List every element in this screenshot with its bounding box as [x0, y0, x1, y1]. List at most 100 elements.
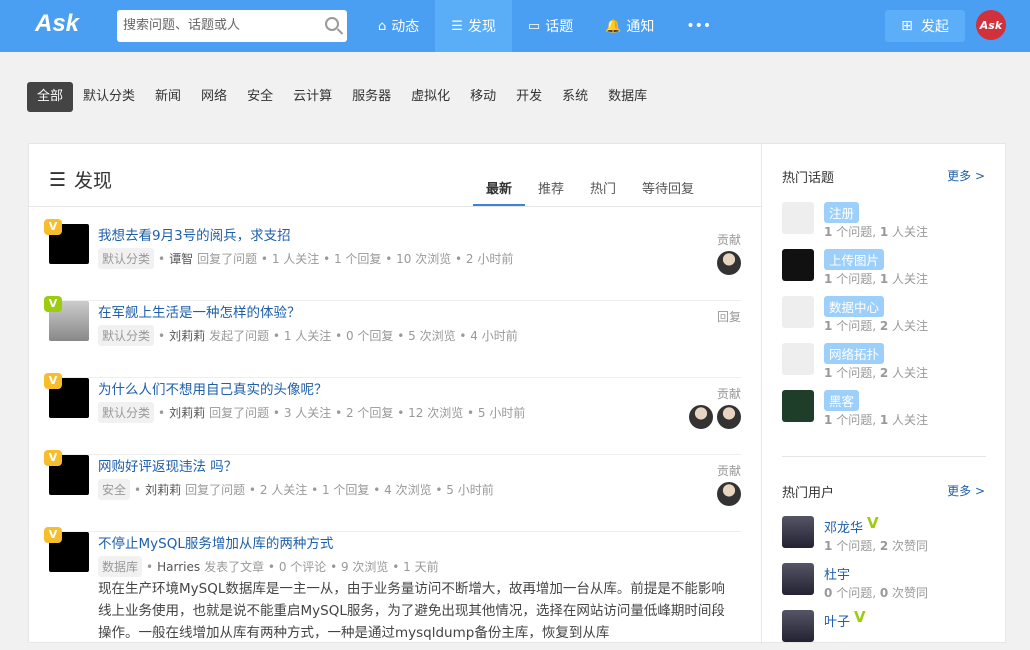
tab-0[interactable]: 最新 — [473, 178, 526, 206]
nav-bell[interactable]: 🔔 通知 — [589, 0, 670, 52]
topics-more-link[interactable]: 更多 > — [947, 167, 985, 184]
user-name[interactable]: 杜宇 — [824, 564, 850, 583]
question-count: 0 — [824, 586, 833, 600]
page-title: ☰ 发现 — [49, 166, 112, 193]
category-tab[interactable]: 系统 — [552, 82, 598, 112]
topic-image[interactable] — [782, 343, 814, 375]
feed-item: V 在军舰上生活是一种怎样的体验？ 默认分类 • 刘莉莉 发起了问题 • 1 人关注 • … — [44, 296, 741, 378]
category-tag[interactable]: 数据库 — [98, 556, 143, 577]
sidebar: 热门话题 更多 > 热门用户 更多 > 注册 1 个问题, 1 人关注 上传图片 1 … — [761, 144, 1007, 644]
stat-label: 个问题, — [836, 586, 877, 600]
category-tab[interactable]: 默认分类 — [73, 82, 145, 112]
dot: • — [146, 559, 154, 574]
stat-label: 个问题, — [836, 366, 877, 380]
topic-tag[interactable]: 黑客 — [824, 390, 860, 411]
category-tab[interactable]: 开发 — [506, 82, 552, 112]
stat-label: 人关注 — [892, 413, 929, 427]
nav-label: 发现 — [467, 19, 496, 35]
user-item: 叶子 V — [782, 608, 982, 650]
contributor-avatar[interactable] — [717, 482, 741, 506]
category-tag[interactable]: 安全 — [98, 479, 131, 500]
author-name[interactable]: Harries — [157, 560, 200, 574]
stat-label: 个问题, — [836, 272, 877, 286]
item-meta: 默认分类 • 谭智 回复了问题 • 1 人关注 • 1 个回复 • 10 次浏览 • … — [98, 248, 513, 269]
author-name[interactable]: 刘莉莉 — [169, 404, 205, 421]
category-tab[interactable]: 云计算 — [283, 82, 342, 112]
add-icon: ⊞ — [901, 18, 913, 34]
topic-tag[interactable]: 注册 — [824, 202, 860, 223]
item-title-link[interactable]: 网购好评返现违法 吗？ — [98, 455, 237, 475]
contributor-avatar[interactable] — [717, 251, 741, 275]
category-tag[interactable]: 默认分类 — [98, 248, 155, 269]
search-icon[interactable] — [325, 17, 339, 31]
contributor-avatar[interactable] — [717, 405, 741, 429]
dot: • — [158, 328, 166, 343]
follower-count: 1 — [879, 413, 889, 427]
list-icon: ☰ — [451, 18, 463, 34]
category-tab[interactable]: 全部 — [27, 82, 74, 112]
item-meta: 默认分类 • 刘莉莉 发起了问题 • 1 人关注 • 0 个回复 • 5 次浏览 • … — [98, 325, 518, 346]
topic-tag[interactable]: 数据中心 — [824, 296, 885, 317]
topic-image[interactable] — [782, 296, 814, 328]
topic-image[interactable] — [782, 249, 814, 281]
tab-1[interactable]: 推荐 — [525, 178, 577, 206]
tab-3[interactable]: 等待回复 — [629, 178, 707, 206]
topic-tag[interactable]: 网络拓扑 — [824, 343, 885, 364]
topic-stats: 1 个问题, 1 人关注 — [824, 270, 928, 287]
logo[interactable]: Ask — [35, 10, 79, 38]
sort-tabs: 最新 推荐 热门 等待回复 — [473, 178, 707, 206]
user-avatar[interactable] — [782, 610, 814, 642]
search-input[interactable] — [123, 18, 313, 33]
main-nav: ⌂ 动态 ☰ 发现 ▭ 话题 🔔 通知 ••• — [362, 0, 727, 52]
dot: • — [158, 251, 166, 266]
divider — [782, 456, 986, 457]
tab-2[interactable]: 热门 — [577, 178, 629, 206]
stat-label: 个问题, — [836, 225, 877, 239]
user-avatar[interactable]: Ask — [976, 10, 1006, 40]
user-avatar[interactable] — [782, 563, 814, 595]
user-avatar[interactable] — [782, 516, 814, 548]
category-tab[interactable]: 新闻 — [145, 82, 191, 112]
topic-stats: 1 个问题, 2 人关注 — [824, 364, 928, 381]
feed-item: V 我想去看9月3号的阅兵，求支招 默认分类 • 谭智 回复了问题 • 1 人关注 • 1… — [44, 219, 741, 301]
category-tab[interactable]: 数据库 — [598, 82, 657, 112]
hot-topics-title: 热门话题 — [782, 171, 835, 186]
nav-home[interactable]: ⌂ 动态 — [362, 0, 435, 52]
author-name[interactable]: 谭智 — [169, 250, 193, 267]
nav-more[interactable]: ••• — [670, 0, 727, 52]
stat-label: 次赞同 — [892, 539, 929, 553]
user-name[interactable]: 邓龙华 — [824, 517, 863, 536]
category-tab[interactable]: 网络 — [191, 82, 237, 112]
category-tab[interactable]: 安全 — [237, 82, 283, 112]
nav-chat[interactable]: ▭ 话题 — [512, 0, 589, 52]
stat-label: 人关注 — [892, 366, 929, 380]
hot-users-title: 热门用户 — [782, 486, 835, 501]
main-card: ☰ 发现 最新 推荐 热门 等待回复 V 我想去看9月3号的阅兵，求支招 默认分类 • 谭智 回复… — [28, 143, 1007, 644]
stat-label: 个问题, — [836, 539, 877, 553]
question-count: 1 — [824, 225, 833, 239]
contributor-avatar[interactable] — [689, 405, 713, 429]
item-title-link[interactable]: 在军舰上生活是一种怎样的体验？ — [98, 301, 301, 321]
category-tab[interactable]: 服务器 — [342, 82, 401, 112]
user-stats: 0 个问题, 0 次赞同 — [824, 584, 928, 601]
nav-list[interactable]: ☰ 发现 — [435, 0, 512, 52]
author-name[interactable]: 刘莉莉 — [169, 327, 205, 344]
item-title-link[interactable]: 为什么人们不想用自己真实的头像呢？ — [98, 378, 328, 398]
publish-button[interactable]: ⊞ 发起 — [885, 10, 965, 42]
users-more-link[interactable]: 更多 > — [947, 482, 985, 499]
topic-item: 注册 1 个问题, 1 人关注 — [782, 202, 982, 242]
feed-item: V 不停止MySQL服务增加从库的两种方式 数据库 • Harries 发表了文章 • 0… — [44, 527, 741, 641]
category-tab[interactable]: 虚拟化 — [401, 82, 460, 112]
topic-image[interactable] — [782, 390, 814, 422]
category-tab[interactable]: 移动 — [460, 82, 506, 112]
author-name[interactable]: 刘莉莉 — [145, 481, 181, 498]
topic-tag[interactable]: 上传图片 — [824, 249, 885, 270]
category-tag[interactable]: 默认分类 — [98, 402, 155, 423]
item-title-link[interactable]: 不停止MySQL服务增加从库的两种方式 — [98, 532, 333, 552]
item-title-link[interactable]: 我想去看9月3号的阅兵，求支招 — [98, 224, 291, 244]
topic-image[interactable] — [782, 202, 814, 234]
category-tag[interactable]: 默认分类 — [98, 325, 155, 346]
user-name[interactable]: 叶子 — [824, 611, 850, 630]
stat-label: 个问题, — [836, 319, 877, 333]
search-box[interactable] — [117, 10, 347, 42]
